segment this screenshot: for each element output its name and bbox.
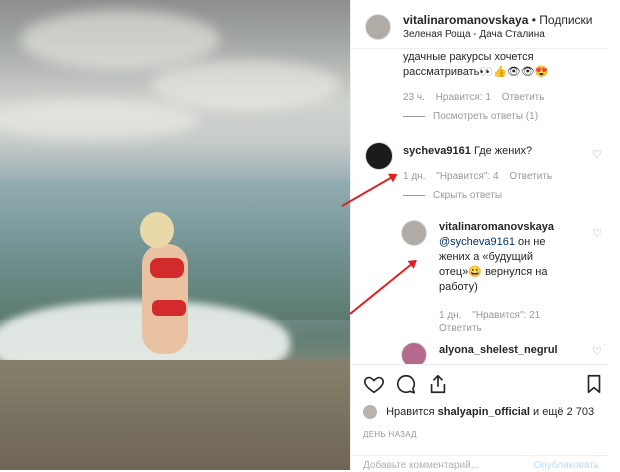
comment-time[interactable]: 23 ч. — [403, 92, 425, 103]
liker-username[interactable]: shalyapin_official — [438, 406, 530, 418]
photo-shore — [0, 360, 350, 470]
bookmark-icon[interactable] — [583, 373, 605, 395]
post-photo — [0, 0, 350, 470]
author-avatar[interactable] — [365, 14, 391, 40]
photo-cloud — [150, 60, 340, 110]
author-username[interactable]: vitalinaromanovskaya — [403, 13, 528, 27]
photo-person-head — [140, 212, 174, 248]
comment-text-line: отец»😀 вернулся на — [439, 266, 548, 278]
comment-input[interactable]: Добавьте комментарий... — [363, 460, 479, 471]
comment-text-line: жених а «будущий — [439, 251, 533, 263]
publish-button[interactable]: Опубликовать — [534, 460, 599, 471]
reply-button[interactable]: Ответить — [509, 171, 552, 182]
photo-cloud — [20, 10, 220, 70]
author-line: vitalinaromanovskaya • Подписки — [403, 13, 593, 27]
comment-likes-count[interactable]: "Нравится": 21 — [472, 310, 540, 321]
separator-dot: • — [531, 13, 536, 27]
follow-status-button[interactable]: Подписки — [539, 13, 592, 27]
view-replies-label: Посмотреть ответы (1) — [433, 111, 539, 122]
hide-replies-button[interactable]: Скрыть ответы — [403, 190, 502, 201]
commenter-avatar[interactable] — [401, 342, 427, 364]
comment-likes-count[interactable]: Нравится: 1 — [436, 92, 491, 103]
post-header: vitalinaromanovskaya • Подписки Зеленая … — [351, 0, 609, 49]
view-replies-button[interactable]: Посмотреть ответы (1) — [403, 111, 538, 122]
likes-summary[interactable]: Нравится shalyapin_official и ещё 2 703 — [363, 405, 594, 419]
comment-text: Где жених? — [473, 145, 533, 157]
commenter-avatar[interactable] — [401, 220, 427, 246]
post-location[interactable]: Зеленая Роща - Дача Сталина — [403, 29, 545, 40]
comment-time[interactable]: 1 дн. — [403, 171, 425, 182]
comment-text-line: он не — [515, 236, 546, 248]
post-time: ДЕНЬ НАЗАД — [363, 430, 417, 439]
likes-count[interactable]: и ещё 2 703 — [533, 406, 594, 418]
commenter-username[interactable]: alyona_shelest_negrul — [439, 344, 558, 356]
scrollbar-gutter — [608, 0, 620, 470]
like-comment-heart-icon[interactable]: ♡ — [591, 149, 603, 161]
post-side-panel: vitalinaromanovskaya • Подписки Зеленая … — [350, 0, 609, 471]
comment-likes-count[interactable]: "Нравится": 4 — [436, 171, 498, 182]
comment-text-line: рассматривать👀👍👁👁😍 — [403, 66, 549, 78]
commenter-avatar[interactable] — [365, 142, 393, 170]
like-comment-heart-icon[interactable]: ♡ — [591, 346, 603, 358]
photo-cloud — [0, 100, 200, 140]
comment-time[interactable]: 1 дн. — [439, 310, 461, 321]
mention-link[interactable]: @sycheva9161 — [439, 236, 515, 248]
liker-avatar — [363, 405, 377, 419]
replies-line — [403, 115, 425, 117]
share-icon[interactable] — [427, 373, 449, 395]
comments-list[interactable]: удачные ракурсы хочется рассматривать👀👍👁… — [351, 48, 609, 364]
commenter-username[interactable]: vitalinaromanovskaya — [439, 220, 584, 235]
add-comment-bar: Добавьте комментарий... Опубликовать — [351, 455, 609, 472]
likes-prefix: Нравится — [386, 405, 435, 418]
reply-button[interactable]: Ответить — [502, 92, 545, 103]
reply-button[interactable]: Ответить — [439, 323, 482, 334]
comment-text-line: работу) — [439, 281, 478, 293]
hide-replies-label: Скрыть ответы — [433, 190, 503, 201]
replies-line — [403, 194, 425, 196]
heart-icon[interactable] — [363, 373, 385, 395]
post-actions: Нравится shalyapin_official и ещё 2 703 … — [351, 364, 609, 471]
photo-swimsuit-top — [150, 258, 184, 278]
like-comment-heart-icon[interactable]: ♡ — [591, 228, 603, 240]
photo-swimsuit-bottom — [152, 300, 186, 316]
comment-text-line: удачные ракурсы хочется — [403, 51, 534, 63]
commenter-username[interactable]: sycheva9161 — [403, 145, 471, 157]
comment-icon[interactable] — [395, 373, 417, 395]
